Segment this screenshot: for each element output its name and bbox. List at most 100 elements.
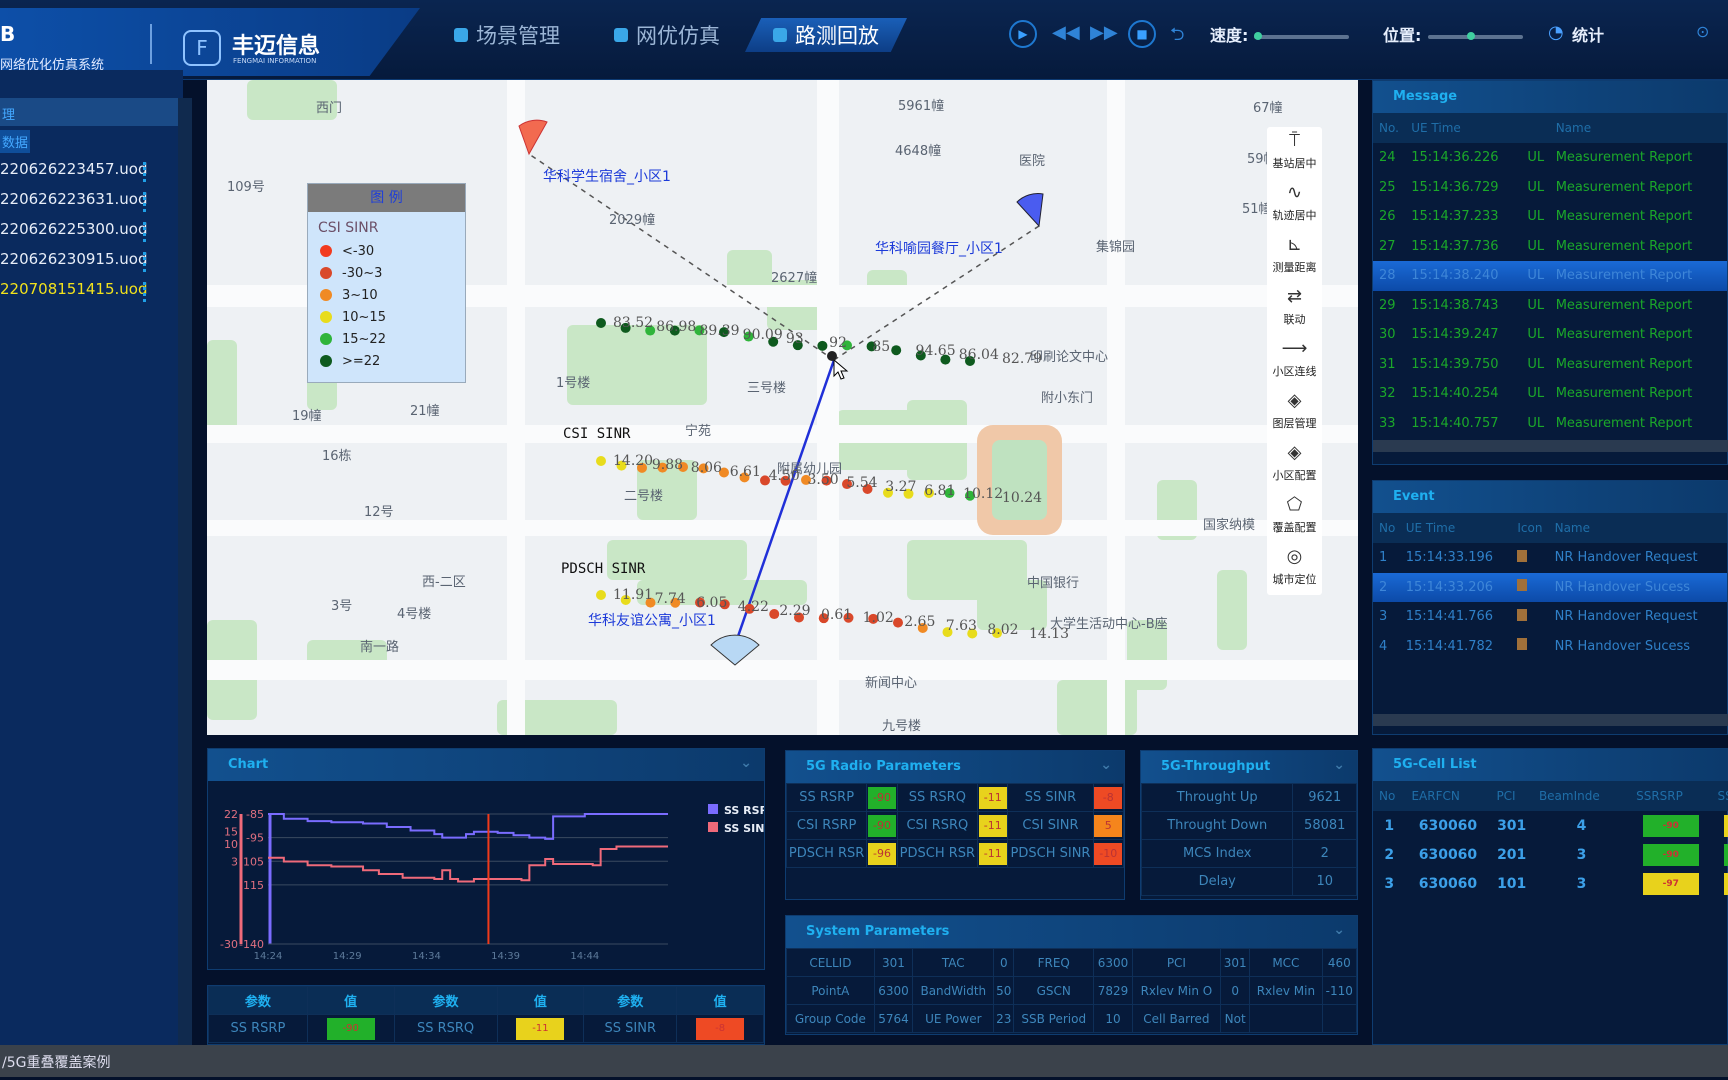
map-tool-button[interactable]: ⬠ 覆盖配置	[1267, 491, 1322, 543]
track-point[interactable]	[769, 609, 780, 620]
position-slider[interactable]	[1428, 32, 1523, 40]
column-header: 参数	[393, 986, 498, 1015]
track-point[interactable]	[893, 617, 903, 628]
throughput-panel: 5G-Throughput ⌄ Throught Up 9621 Throught D…	[1140, 750, 1358, 900]
file-item[interactable]: 220626225300.uod	[0, 220, 148, 238]
chevron-down-icon[interactable]: ⌄	[1100, 757, 1112, 773]
column-header[interactable]: SSRSRP	[1630, 781, 1712, 811]
column-header[interactable]: SSRSRQ	[1711, 781, 1728, 811]
play-button[interactable]: ▶	[1009, 20, 1037, 48]
tab-drive-test-playback[interactable]: 路测回放	[745, 18, 907, 52]
system-param-value: 6300	[1093, 948, 1133, 977]
chevron-down-icon[interactable]: ⌄	[740, 755, 752, 771]
map-poi-label: 67幢	[1253, 101, 1283, 116]
track-point[interactable]	[596, 456, 606, 466]
column-header[interactable]: BeamInde	[1532, 781, 1631, 811]
sidebar-section[interactable]: 理	[0, 98, 178, 126]
track-point[interactable]	[596, 318, 606, 328]
system-param-name: Group Code	[786, 1004, 875, 1033]
message-scrollbar[interactable]	[1373, 440, 1728, 452]
file-menu-handle[interactable]	[143, 192, 146, 212]
speed-slider[interactable]	[1254, 32, 1349, 40]
track-value-label: 90.09	[742, 327, 783, 343]
loop-button[interactable]: ⮌	[1170, 22, 1184, 52]
column-header[interactable]: Name	[1549, 113, 1727, 143]
stop-button[interactable]: ■	[1128, 20, 1156, 48]
event-row[interactable]: 4 15:14:41.782 NR Handover Sucess	[1373, 632, 1727, 662]
event-row[interactable]: 3 15:14:41.766 NR Handover Request	[1373, 602, 1727, 632]
stats-button[interactable]: 统计	[1572, 22, 1604, 46]
message-row[interactable]: 27 15:14:37.736 UL Measurement Report	[1373, 232, 1727, 262]
column-header[interactable]: Icon	[1511, 513, 1549, 543]
file-item[interactable]: 220626223631.uod	[0, 190, 148, 208]
message-row[interactable]: 25 15:14:36.729 UL Measurement Report	[1373, 173, 1727, 203]
column-header[interactable]: PCI	[1490, 781, 1533, 811]
tab-network-simulation[interactable]: 网优仿真	[600, 18, 734, 52]
track-title: CSI SINR	[563, 426, 631, 442]
message-row[interactable]: 33 15:14:40.757 UL Measurement Report	[1373, 409, 1727, 439]
file-item[interactable]: 220626223457.uod	[0, 160, 148, 178]
sidebar-scrollbar[interactable]	[178, 98, 192, 1045]
map-poi-label: 21幢	[410, 404, 440, 419]
cell-row[interactable]: 2 630060 201 3 -90 -9	[1373, 840, 1728, 869]
map-tool-button[interactable]: ⍑ 基站居中	[1267, 127, 1322, 179]
system-param-value: 5764	[873, 1004, 914, 1033]
column-header[interactable]: Name	[1548, 513, 1727, 543]
speed-slider-handle[interactable]	[1254, 32, 1262, 40]
cell-row[interactable]: 3 630060 101 3 -97 -11	[1373, 869, 1728, 898]
map-tool-button[interactable]: ⟶ 小区连线	[1267, 335, 1322, 387]
map-tool-button[interactable]: ⇄ 联动	[1267, 283, 1322, 335]
map-view[interactable]: 西门 5961幢 4648幢 医院 67幢 59幢 51幢 2029幢 109号 集锦园 2627幢…	[207, 80, 1358, 735]
track-value-label: 6.81	[924, 482, 956, 499]
rewind-button[interactable]: ◀◀	[1052, 22, 1080, 43]
event-row[interactable]: 1 15:14:33.196 NR Handover Request	[1373, 543, 1727, 573]
stats-icon[interactable]: ◔	[1548, 22, 1564, 43]
file-item[interactable]: 220626230915.uod	[0, 250, 148, 268]
column-header[interactable]: UE Time	[1405, 113, 1522, 143]
column-header[interactable]	[1521, 113, 1550, 143]
column-header[interactable]: No	[1373, 513, 1400, 543]
file-menu-handle[interactable]	[143, 282, 146, 302]
map-tool-button[interactable]: ◈ 图层管理	[1267, 387, 1322, 439]
event-row[interactable]: 2 15:14:33.206 NR Handover Sucess	[1373, 572, 1727, 602]
message-row[interactable]: 32 15:14:40.254 UL Measurement Report	[1373, 379, 1727, 409]
file-item[interactable]: 220708151415.uod	[0, 280, 148, 298]
user-icon[interactable]: ⊙	[1696, 22, 1709, 41]
message-row[interactable]: 26 15:14:37.233 UL Measurement Report	[1373, 202, 1727, 232]
map-tool-button[interactable]: ◎ 城市定位	[1267, 543, 1322, 595]
track-point[interactable]	[596, 590, 606, 600]
file-menu-handle[interactable]	[143, 162, 146, 182]
column-header[interactable]: No	[1373, 781, 1406, 811]
message-row[interactable]: 29 15:14:38.743 UL Measurement Report	[1373, 291, 1727, 321]
cell-row[interactable]: 1 630060 301 4 -90 -11	[1373, 811, 1728, 840]
message-row[interactable]: 30 15:14:39.247 UL Measurement Report	[1373, 320, 1727, 350]
file-menu-handle[interactable]	[143, 252, 146, 272]
chevron-down-icon[interactable]: ⌄	[1333, 922, 1345, 938]
column-header[interactable]: EARFCN	[1405, 781, 1491, 811]
legend-swatch	[708, 804, 718, 814]
y-tick-label: 22	[224, 808, 238, 821]
column-header: 值	[676, 986, 764, 1015]
cell-sector-icon[interactable]	[1016, 193, 1044, 228]
column-header[interactable]: No.	[1373, 113, 1406, 143]
value-swatch: -8	[696, 1017, 745, 1040]
map-tool-button[interactable]: ∿ 轨迹居中	[1267, 179, 1322, 231]
map-tool-button[interactable]: ◈ 小区配置	[1267, 439, 1322, 491]
message-row[interactable]: 28 15:14:38.240 UL Measurement Report	[1373, 261, 1727, 291]
file-menu-handle[interactable]	[143, 222, 146, 242]
event-scrollbar[interactable]	[1373, 714, 1728, 726]
track-point[interactable]	[891, 345, 902, 356]
position-slider-handle[interactable]	[1467, 32, 1476, 40]
message-row[interactable]: 24 15:14:36.226 UL Measurement Report	[1373, 143, 1727, 173]
track-point[interactable]	[817, 340, 828, 351]
column-header[interactable]: UE Time	[1399, 513, 1512, 543]
fast-forward-button[interactable]: ▶▶	[1090, 22, 1118, 43]
cell-list-title: 5G-Cell List	[1373, 749, 1727, 781]
tab-scene-management[interactable]: 场景管理	[440, 18, 574, 52]
sidebar-group[interactable]: 数据	[0, 130, 31, 153]
map-tool-button[interactable]: ⊾ 测量距离	[1267, 231, 1322, 283]
message-row[interactable]: 31 15:14:39.750 UL Measurement Report	[1373, 350, 1727, 380]
system-param-name: SSB Period	[1013, 1004, 1095, 1033]
message-cell: UL	[1527, 327, 1545, 343]
chevron-down-icon[interactable]: ⌄	[1333, 757, 1345, 773]
